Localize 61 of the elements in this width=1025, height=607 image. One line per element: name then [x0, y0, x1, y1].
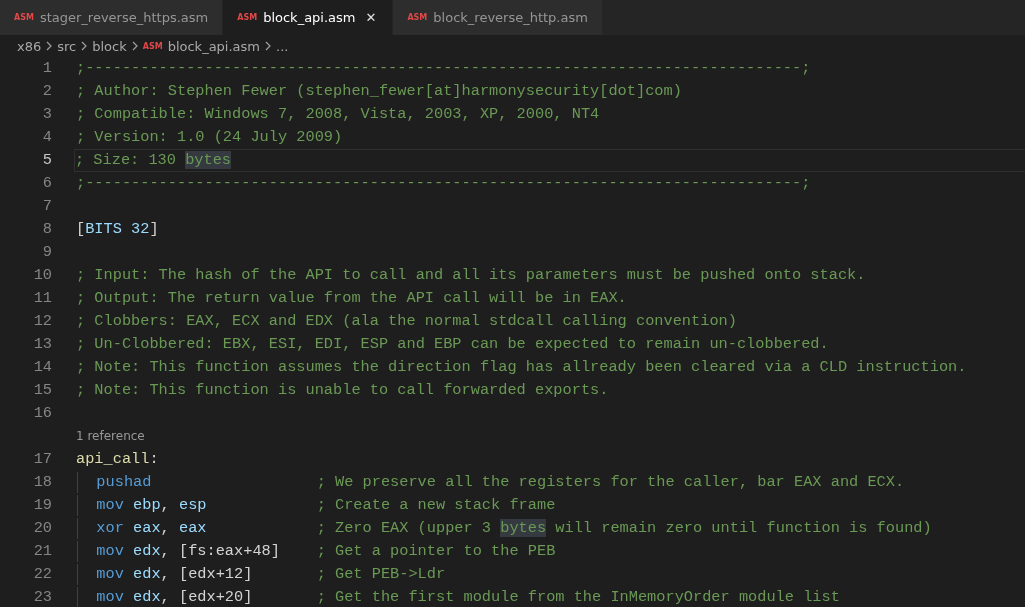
line-number: 5 [41, 150, 52, 171]
tab[interactable]: ASM block_api.asm ✕ [223, 0, 393, 35]
code-line: ; Note: This function is unable to call forwarded exports. [76, 380, 609, 401]
chevron-icon [81, 41, 88, 51]
line-number: 3 [41, 104, 52, 125]
line-number: 22 [32, 564, 52, 585]
line-number: 12 [32, 311, 52, 332]
line-number: 11 [32, 288, 52, 309]
code-line: ; Note: This function assumes the direction flag has allready been cleared via a CLD instruction. [76, 357, 967, 378]
line-number: 16 [32, 403, 52, 424]
code-line: ; Size: 130 bytes [75, 150, 232, 171]
line-number: 23 [32, 587, 52, 607]
code-line: ; Output: The return value from the API call will be in EAX. [76, 288, 627, 309]
file-type-icon: ASM [142, 41, 163, 51]
breadcrumb-item[interactable]: ... [276, 38, 289, 54]
code-line: ; Input: The hash of the API to call and all its parameters must be pushed onto stack. [76, 265, 866, 286]
file-type-icon: ASM [237, 13, 258, 22]
line-number: 18 [32, 472, 52, 493]
tab[interactable]: ASM stager_reverse_https.asm [0, 0, 223, 35]
code-line: ;------------------------------------------------------------------------------; [76, 58, 811, 79]
code-line: mov edx, [fs:eax+48] ; Get a pointer to the PEB [96, 541, 556, 562]
code-line: pushad ; We preserve all the registers for the caller, bar EAX and ECX. [96, 472, 905, 493]
code-line: [BITS 32] [76, 219, 159, 240]
codelens-link[interactable]: 1 reference [76, 425, 145, 448]
line-number: 10 [32, 265, 52, 286]
code-line: mov ebp, esp ; Create a new stack frame [96, 495, 556, 516]
line-number: 4 [41, 127, 52, 148]
tab[interactable]: ASM block_reverse_http.asm [393, 0, 602, 35]
file-type-icon: ASM [407, 13, 428, 22]
line-number: 13 [32, 334, 52, 355]
line-number: 9 [41, 242, 52, 263]
chevron-icon [46, 41, 53, 51]
line-number: 20 [32, 518, 52, 539]
file-type-icon: ASM [14, 13, 34, 22]
code-line: ;------------------------------------------------------------------------------; [76, 173, 811, 194]
breadcrumb-item[interactable]: x86 [17, 38, 42, 54]
code-line: ; Version: 1.0 (24 July 2009) [76, 127, 343, 148]
line-number: 17 [32, 449, 52, 470]
code-line: ; Compatible: Windows 7, 2008, Vista, 2003, XP, 2000, NT4 [76, 104, 600, 125]
code-line: mov edx, [edx+20] ; Get the first module from the InMemoryOrder module list [96, 587, 840, 607]
code-line: ; Author: Stephen Fewer (stephen_fewer[at]harmonysecurity[dot]com) [76, 81, 682, 102]
line-number: 8 [41, 219, 52, 240]
code-line: api_call: [76, 449, 159, 470]
line-number: 19 [32, 495, 52, 516]
chevron-icon [265, 41, 271, 51]
line-number: 2 [41, 81, 52, 102]
close-button[interactable]: ✕ [363, 10, 379, 25]
code-line: ; Clobbers: EAX, ECX and EDX (ala the normal stdcall calling convention) [76, 311, 737, 332]
line-number: 15 [32, 380, 52, 401]
line-number: 1 [41, 58, 52, 79]
line-number: 6 [41, 173, 52, 194]
line-number: 7 [41, 196, 52, 217]
breadcrumb-item[interactable]: src [57, 38, 77, 54]
line-number: 14 [32, 357, 52, 378]
line-number: 21 [32, 541, 52, 562]
code-line: mov edx, [edx+12] ; Get PEB->Ldr [96, 564, 446, 585]
code-line: ; Un-Clobbered: EBX, ESI, EDI, ESP and EBP can be expected to remain un-clobbered. [76, 334, 829, 355]
breadcrumb-item[interactable]: block_api.asm [167, 38, 260, 54]
breadcrumb-item[interactable]: block [92, 38, 127, 54]
code-line: xor eax, eax ; Zero EAX (upper 3 bytes will remain zero until function is found) [96, 518, 932, 539]
chevron-icon [131, 41, 138, 51]
